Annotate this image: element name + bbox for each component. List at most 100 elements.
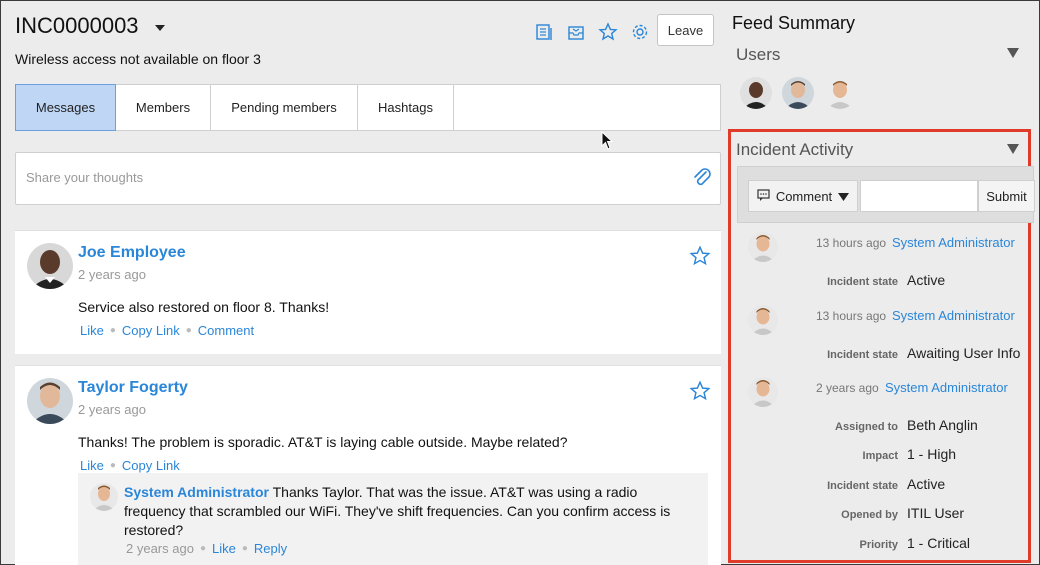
tab-bar: Messages Members Pending members Hashtag… [15,84,721,131]
reply-timestamp: 2 years ago [126,541,194,556]
header-actions [533,21,651,43]
avatar[interactable] [27,243,73,289]
inbox-icon[interactable] [565,21,587,43]
comment-input[interactable] [860,180,978,212]
copy-link-link[interactable]: Copy Link [122,323,180,338]
chevron-down-icon [838,189,850,204]
activity-field: Opened by ITIL User [731,505,1028,525]
separator-dot: ● [185,325,192,336]
tab-pending-members[interactable]: Pending members [211,85,358,130]
record-title-row: INC0000003 [15,13,165,39]
feed-icon[interactable] [533,21,555,43]
paperclip-icon[interactable] [690,166,714,195]
activity-timestamp: 2 years ago [816,381,879,395]
reply-link[interactable]: Reply [254,541,287,556]
activity-section-title[interactable]: Incident Activity [736,140,853,160]
field-label: Incident state [827,480,898,492]
avatar[interactable] [748,377,778,407]
field-value: 1 - Critical [907,535,971,551]
activity-field: Incident state Awaiting User Info [731,345,1028,365]
post-actions: Like ● Copy Link [80,458,180,473]
activity-user[interactable]: System Administrator [892,308,1015,323]
collapse-triangle-icon[interactable] [1007,144,1019,154]
feed-post: Joe Employee 2 years ago Service also re… [15,230,721,354]
users-list [740,77,856,109]
post-author[interactable]: Joe Employee [78,244,186,262]
avatar[interactable] [782,77,814,109]
field-label: Assigned to [835,421,898,433]
field-label: Priority [859,539,898,551]
chevron-down-icon[interactable] [154,25,165,31]
post-body: Service also restored on floor 8. Thanks… [78,299,330,315]
like-link[interactable]: Like [80,458,104,473]
share-input[interactable]: Share your thoughts [15,152,721,205]
activity-field: Assigned to Beth Anglin [731,417,1028,437]
activity-field: Incident state Active [731,272,1028,292]
avatar[interactable] [748,305,778,335]
reply-comment: System Administrator Thanks Taylor. That… [78,473,708,565]
activity-field: Incident state Active [731,476,1028,496]
comment-type-label: Comment [775,188,833,204]
gear-icon[interactable] [629,21,651,43]
record-subtitle: Wireless access not available on floor 3 [15,51,261,67]
post-body: Thanks! The problem is sporadic. AT&T is… [78,434,568,450]
comment-bar: Comment Submit [737,166,1035,223]
separator-dot: ● [109,460,116,471]
field-value: ITIL User [907,505,965,521]
field-label: Impact [862,450,898,462]
avatar[interactable] [27,378,73,424]
activity-timestamp: 13 hours ago [816,309,887,323]
field-label: Incident state [827,349,898,361]
submit-button[interactable]: Submit [978,180,1035,212]
tab-hashtags[interactable]: Hashtags [358,85,454,130]
activity-field: Impact 1 - High [731,446,1028,466]
activity-user[interactable]: System Administrator [892,235,1015,250]
field-value: 1 - High [907,446,957,462]
field-value: Active [907,272,946,288]
avatar[interactable] [748,232,778,262]
avatar[interactable] [90,483,118,511]
avatar[interactable] [824,77,856,109]
field-label: Opened by [841,509,898,521]
avatar[interactable] [740,77,772,109]
incident-activity-panel: Incident Activity Comment Submit 13 hour… [728,129,1035,563]
separator-dot: ● [241,543,248,554]
comment-link[interactable]: Comment [198,323,254,338]
mouse-cursor-icon [601,130,614,156]
record-title: INC0000003 [15,13,139,38]
like-link[interactable]: Like [80,323,104,338]
activity-field: Priority 1 - Critical [731,535,1028,555]
post-timestamp: 2 years ago [78,267,146,282]
post-author[interactable]: Taylor Fogerty [78,379,188,397]
reply-author[interactable]: System Administrator [124,484,269,500]
share-placeholder: Share your thoughts [26,170,144,185]
separator-dot: ● [109,325,116,336]
collapse-triangle-icon[interactable] [1007,48,1019,58]
conversation-pane: INC0000003 Wireless access not available… [1,1,728,565]
field-value: Active [907,476,946,492]
post-actions: Like ● Copy Link ● Comment [80,323,254,338]
feed-post: Taylor Fogerty 2 years ago Thanks! The p… [15,365,721,565]
star-icon[interactable] [597,21,619,43]
post-timestamp: 2 years ago [78,402,146,417]
activity-user[interactable]: System Administrator [885,380,1008,395]
field-label: Incident state [827,276,898,288]
feed-summary-title: Feed Summary [732,13,856,33]
field-value: Beth Anglin [907,417,978,433]
feed-summary-pane: Feed Summary Users Incident Activity Com… [728,1,1040,565]
reply-text: System Administrator Thanks Taylor. That… [124,483,699,540]
chat-icon [757,188,770,204]
reply-actions: 2 years ago ● Like ● Reply [126,541,287,556]
field-value: Awaiting User Info [907,345,1021,361]
star-icon[interactable] [689,380,711,407]
tab-messages[interactable]: Messages [15,84,116,131]
tab-members[interactable]: Members [116,85,211,130]
leave-button[interactable]: Leave [657,14,714,46]
users-section-title[interactable]: Users [736,45,780,65]
separator-dot: ● [199,543,206,554]
activity-timestamp: 13 hours ago [816,236,887,250]
like-link[interactable]: Like [212,541,236,556]
star-icon[interactable] [689,245,711,272]
copy-link-link[interactable]: Copy Link [122,458,180,473]
comment-type-dropdown[interactable]: Comment [748,180,858,212]
